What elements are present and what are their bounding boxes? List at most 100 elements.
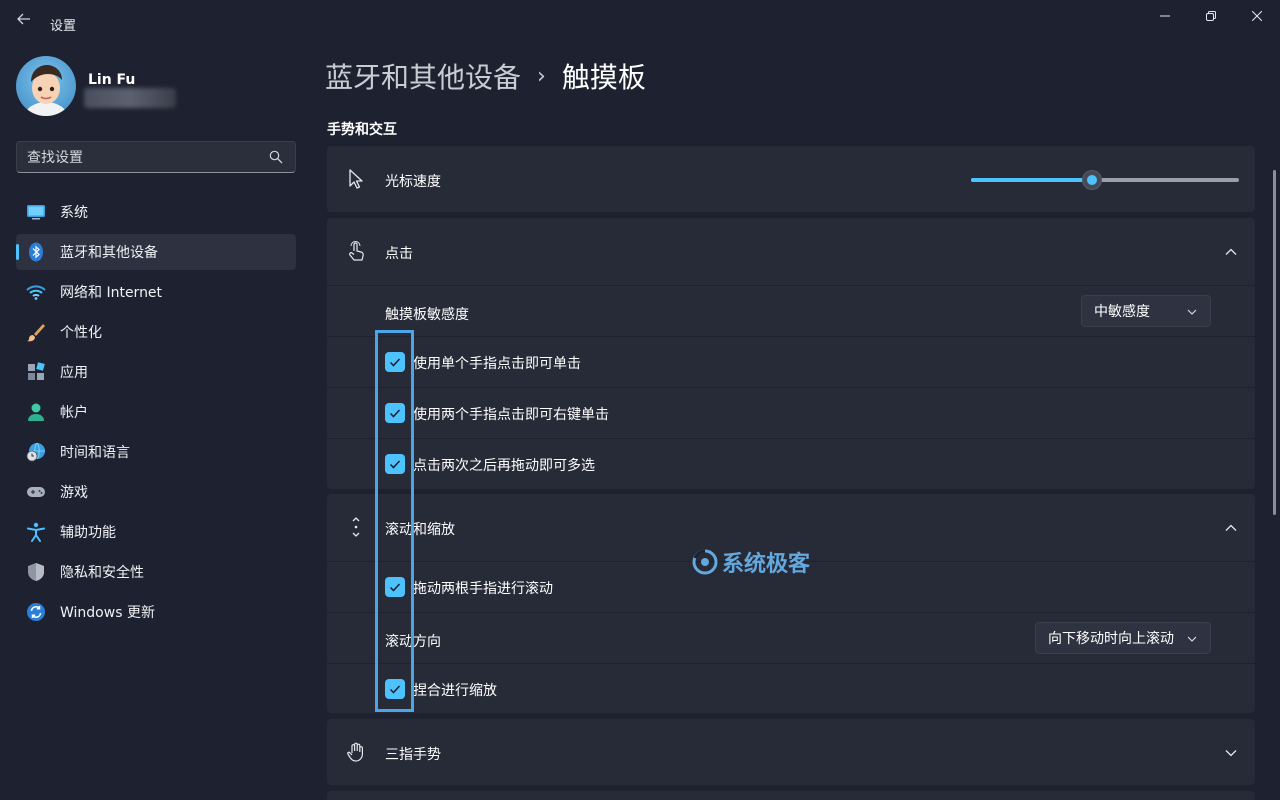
tap-option-row: 使用两个手指点击即可右键单击 bbox=[327, 387, 1255, 438]
sidebar-item-bluetooth[interactable]: 蓝牙和其他设备 bbox=[16, 234, 296, 270]
title-bar: 设置 bbox=[0, 0, 1280, 46]
search-box[interactable] bbox=[16, 141, 296, 173]
tap-option-row: 使用单个手指点击即可单击 bbox=[327, 336, 1255, 387]
two-finger-scroll-label: 拖动两根手指进行滚动 bbox=[413, 581, 553, 597]
breadcrumb-parent[interactable]: 蓝牙和其他设备 bbox=[325, 56, 521, 96]
sidebar-item-label: 辅助功能 bbox=[60, 525, 116, 541]
slider-thumb[interactable] bbox=[1082, 170, 1102, 190]
chevron-down-icon[interactable] bbox=[1223, 745, 1239, 761]
apps-icon bbox=[28, 362, 45, 380]
minimize-icon bbox=[1160, 15, 1170, 17]
sidebar-item-label: 系统 bbox=[60, 205, 88, 221]
avatar[interactable] bbox=[16, 56, 76, 116]
breadcrumb: 蓝牙和其他设备 › 触摸板 bbox=[325, 56, 646, 96]
sensitivity-label: 触摸板敏感度 bbox=[385, 307, 469, 323]
slider-fill bbox=[971, 178, 1092, 182]
scroll-zoom-card: 滚动和缩放 拖动两根手指进行滚动 滚动方向 向下移动时向上滚动 捏合进行缩放 bbox=[327, 494, 1255, 713]
scroll-direction-row: 滚动方向 向下移动时向上滚动 bbox=[327, 612, 1255, 663]
tap-option-row: 点击两次之后再拖动即可多选 bbox=[327, 438, 1255, 489]
scroll-direction-dropdown[interactable]: 向下移动时向上滚动 bbox=[1035, 622, 1211, 654]
sidebar-item-label: 隐私和安全性 bbox=[60, 565, 144, 581]
sidebar-item-label: 个性化 bbox=[60, 325, 102, 341]
brush-icon bbox=[27, 324, 45, 342]
monitor-icon bbox=[27, 205, 45, 220]
app-title: 设置 bbox=[50, 19, 77, 34]
scroll-direction-value: 向下移动时向上滚动 bbox=[1048, 631, 1174, 647]
chevron-up-icon[interactable] bbox=[1223, 520, 1239, 536]
scroll-zoom-label: 滚动和缩放 bbox=[385, 522, 455, 538]
accessibility-icon bbox=[27, 522, 45, 542]
tap-label: 点击 bbox=[385, 246, 413, 262]
sidebar-item-personalization[interactable]: 个性化 bbox=[16, 314, 296, 350]
search-icon[interactable] bbox=[269, 150, 283, 164]
sidebar-item-apps[interactable]: 应用 bbox=[16, 354, 296, 390]
arrow-left-icon bbox=[17, 13, 30, 25]
next-card-edge bbox=[327, 791, 1255, 800]
tap-drag-multiselect-checkbox[interactable] bbox=[385, 454, 405, 474]
bluetooth-icon bbox=[29, 242, 43, 262]
checkmark-icon bbox=[389, 409, 401, 418]
tap-header[interactable]: 点击 bbox=[327, 218, 1255, 285]
back-button[interactable] bbox=[12, 10, 36, 34]
chevron-down-icon bbox=[1187, 309, 1197, 315]
pinch-zoom-label: 捏合进行缩放 bbox=[413, 683, 497, 699]
gamepad-icon bbox=[27, 487, 45, 497]
cursor-speed-slider[interactable] bbox=[971, 170, 1239, 190]
globe-clock-icon bbox=[26, 442, 45, 462]
close-button[interactable] bbox=[1234, 0, 1280, 32]
sidebar-item-accounts[interactable]: 帐户 bbox=[16, 394, 296, 430]
sidebar-item-label: 蓝牙和其他设备 bbox=[60, 245, 158, 261]
sync-icon bbox=[27, 603, 45, 621]
scroll-option-row: 捏合进行缩放 bbox=[327, 663, 1255, 713]
sidebar-item-label: 帐户 bbox=[60, 405, 88, 421]
single-tap-label: 使用单个手指点击即可单击 bbox=[413, 356, 581, 372]
scroll-direction-label: 滚动方向 bbox=[385, 634, 441, 650]
watermark-text: 系统极客 bbox=[722, 552, 811, 577]
three-finger-card[interactable]: 三指手势 bbox=[327, 719, 1255, 785]
checkmark-icon bbox=[389, 460, 401, 469]
maximize-button[interactable] bbox=[1188, 0, 1234, 32]
sidebar-item-label: 时间和语言 bbox=[60, 445, 130, 461]
wifi-icon bbox=[26, 285, 46, 300]
single-tap-checkbox[interactable] bbox=[385, 352, 405, 372]
chevron-up-icon[interactable] bbox=[1223, 244, 1239, 260]
search-input[interactable] bbox=[27, 148, 267, 168]
sidebar-item-privacy[interactable]: 隐私和安全性 bbox=[16, 554, 296, 590]
sidebar-item-label: 网络和 Internet bbox=[60, 285, 163, 301]
checkmark-icon bbox=[389, 358, 401, 367]
sensitivity-dropdown[interactable]: 中敏感度 bbox=[1081, 295, 1211, 327]
page-title: 触摸板 bbox=[561, 61, 646, 94]
sidebar-item-time-language[interactable]: 时间和语言 bbox=[16, 434, 296, 470]
user-email-blurred bbox=[84, 88, 176, 108]
scroll-icon bbox=[352, 517, 360, 537]
sidebar-item-gaming[interactable]: 游戏 bbox=[16, 474, 296, 510]
sidebar-item-system[interactable]: 系统 bbox=[16, 194, 296, 230]
minimize-button[interactable] bbox=[1142, 0, 1188, 32]
tap-card: 点击 触摸板敏感度 中敏感度 使用单个手指点击即可单击 使用两个手指点击即可右键… bbox=[327, 218, 1255, 489]
sensitivity-row: 触摸板敏感度 中敏感度 bbox=[327, 285, 1255, 336]
scrollbar[interactable] bbox=[1273, 170, 1276, 515]
person-icon bbox=[28, 403, 44, 421]
chevron-down-icon bbox=[1187, 636, 1197, 642]
sensitivity-value: 中敏感度 bbox=[1094, 304, 1150, 320]
cursor-pointer-icon bbox=[349, 169, 363, 189]
sidebar-item-windows-update[interactable]: Windows 更新 bbox=[16, 594, 296, 630]
close-icon bbox=[1252, 11, 1262, 21]
two-finger-scroll-checkbox[interactable] bbox=[385, 577, 405, 597]
user-name: Lin Fu bbox=[88, 72, 136, 88]
watermark-logo-icon bbox=[692, 549, 718, 575]
sidebar-item-network[interactable]: 网络和 Internet bbox=[16, 274, 296, 310]
shield-icon bbox=[28, 563, 44, 581]
cursor-speed-card: 光标速度 bbox=[327, 146, 1255, 212]
watermark: 系统极客 bbox=[690, 546, 810, 578]
user-avatar-icon bbox=[24, 65, 68, 116]
pinch-zoom-checkbox[interactable] bbox=[385, 679, 405, 699]
checkmark-icon bbox=[389, 583, 401, 592]
sidebar-item-label: 游戏 bbox=[60, 485, 88, 501]
sidebar-item-label: 应用 bbox=[60, 365, 88, 381]
three-finger-label: 三指手势 bbox=[385, 747, 441, 763]
two-finger-tap-checkbox[interactable] bbox=[385, 403, 405, 423]
section-title: 手势和交互 bbox=[327, 122, 397, 138]
sidebar-item-accessibility[interactable]: 辅助功能 bbox=[16, 514, 296, 550]
cursor-speed-label: 光标速度 bbox=[385, 174, 441, 190]
